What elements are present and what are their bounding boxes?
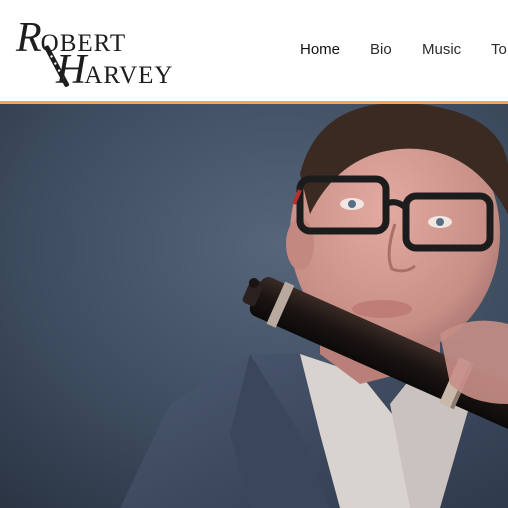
hero-image: [0, 104, 508, 508]
nav-item-home[interactable]: Home: [300, 41, 340, 58]
nav-item-tour[interactable]: To: [491, 41, 507, 58]
nav-item-bio[interactable]: Bio: [370, 41, 392, 58]
logo-last-name: HARVEY: [56, 47, 174, 93]
nav-item-music[interactable]: Music: [422, 41, 461, 58]
site-logo[interactable]: ROBERT HARVEY: [16, 14, 186, 93]
hero-portrait: [0, 104, 508, 508]
site-header: ROBERT HARVEY Home Bio Music To: [0, 0, 508, 101]
